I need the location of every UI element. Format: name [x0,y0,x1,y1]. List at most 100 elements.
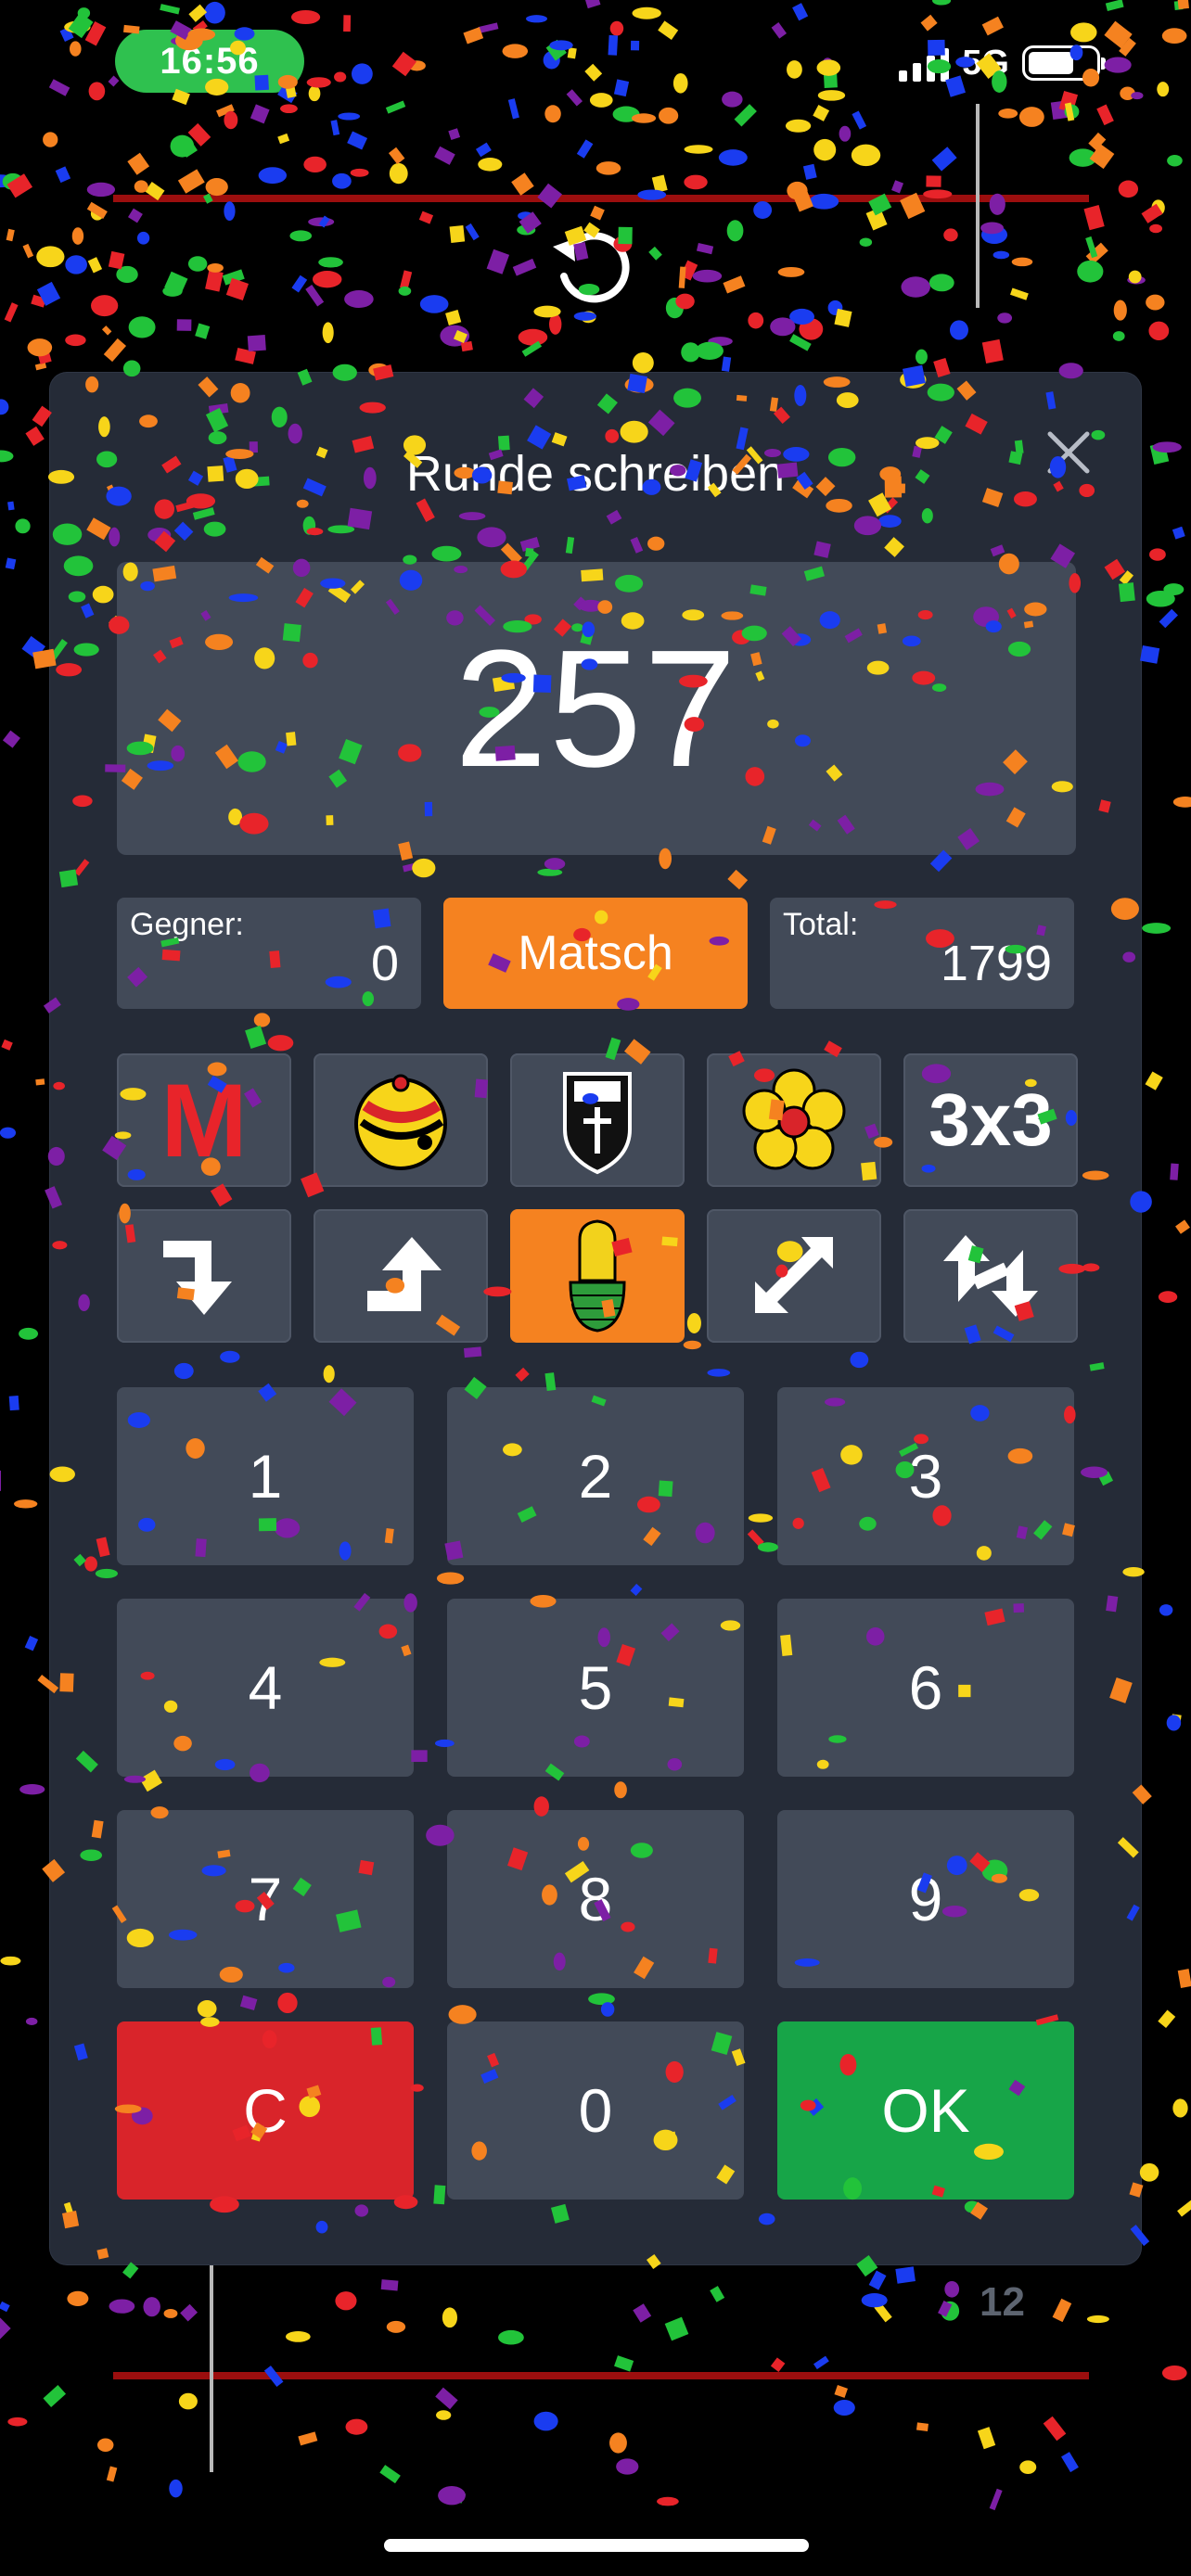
battery-icon [1022,45,1106,81]
key-8[interactable]: 8 [447,1810,744,1988]
confetti-piece [19,1327,39,1340]
confetti-piece [518,211,533,221]
confetti-piece [834,308,852,327]
confetti-piece [305,285,325,307]
turn-up-arrow-icon [367,1237,442,1311]
confetti-piece [1112,331,1125,341]
confetti-piece [823,70,838,89]
eicheln-button[interactable] [510,1209,685,1343]
confetti-piece [380,2279,399,2291]
confetti-piece [989,2488,1003,2511]
confetti-piece [55,166,71,184]
confetti-piece [753,201,773,220]
key-0[interactable]: 0 [447,2021,744,2200]
confetti-piece [465,223,480,241]
matsch-button[interactable]: Matsch [443,898,748,1009]
eicheln-acorn-icon [569,1219,626,1333]
confetti-piece [1113,300,1127,321]
confetti-piece [27,338,53,357]
confetti-piece [178,2392,198,2410]
turn-down-button[interactable] [117,1209,291,1343]
key-1[interactable]: 1 [117,1387,414,1565]
confetti-piece [6,228,15,242]
confetti-piece [1172,797,1191,808]
confetti-piece [445,310,462,326]
confetti-piece [478,158,503,172]
confetti-piece [609,2432,627,2454]
confetti-piece [388,147,405,165]
key-4[interactable]: 4 [117,1599,414,1777]
confetti-piece [0,2301,10,2313]
close-icon[interactable] [1041,425,1096,480]
home-indicator[interactable] [384,2539,809,2552]
key-5[interactable]: 5 [447,1599,744,1777]
clear-button[interactable]: C [117,2021,414,2200]
turn-up-button[interactable] [314,1209,488,1343]
confetti-piece [1175,1219,1190,1234]
confetti-piece [708,337,733,347]
key-7[interactable]: 7 [117,1810,414,1988]
confetti-piece [204,1,225,24]
confetti-piece [122,2262,139,2279]
confetti-piece [1105,0,1124,11]
confetti-piece [5,557,17,570]
confetti-piece [169,2479,183,2498]
confetti-piece [1064,104,1080,120]
confetti-piece [338,112,361,121]
confetti-piece [1141,203,1163,223]
confetti-piece [478,22,499,33]
confetti-piece [1085,236,1098,259]
opponent-value: 0 [370,936,399,991]
misere-button[interactable]: M [117,1053,291,1187]
confetti-piece [789,308,814,325]
confetti-piece [136,231,150,245]
confetti-piece [1043,2416,1067,2442]
confetti-piece [448,128,461,141]
key-6[interactable]: 6 [777,1599,1074,1777]
undo-icon[interactable] [547,223,636,312]
confetti-piece [916,349,928,364]
confetti-piece [318,257,343,268]
rosen-button[interactable] [707,1053,881,1187]
confetti-piece [874,2302,892,2323]
ok-button[interactable]: OK [777,2021,1074,2200]
schellen-button[interactable] [314,1053,488,1187]
key-2[interactable]: 2 [447,1387,744,1565]
confetti-piece [0,1127,17,1139]
confetti-piece [1064,102,1075,121]
confetti-piece [86,182,116,198]
confetti-piece [938,2301,953,2317]
confetti-piece [225,277,250,301]
confetti-piece [127,208,143,223]
schilten-button[interactable] [510,1053,685,1187]
confetti-piece [216,104,235,118]
confetti-piece [696,242,714,255]
confetti-piece [631,113,657,123]
confetti-piece [90,207,104,221]
diagonal-button[interactable] [707,1209,881,1343]
key-9[interactable]: 9 [777,1810,1074,1988]
confetti-piece [1142,923,1172,934]
confetti-piece [280,104,298,114]
confetti-piece [770,2357,786,2372]
misere-m-icon: M [160,1062,248,1179]
confetti-piece [519,211,542,234]
confetti-piece [517,224,536,236]
board-line-top [113,195,1089,202]
confetti-piece [859,237,873,248]
confetti-piece [710,2286,725,2302]
three-by-three-button[interactable]: 3x3 [903,1053,1078,1187]
confetti-piece [721,356,732,372]
confetti-piece [726,220,744,242]
confetti-piece [777,266,805,277]
schilten-shield-icon [563,1072,632,1175]
confetti-piece [981,16,1004,36]
confetti-piece [143,2297,160,2317]
write-round-dialog: Runde schreiben 257 Gegner: 0 Matsch Tot… [50,373,1141,2264]
confetti-piece [31,294,46,308]
key-3[interactable]: 3 [777,1387,1074,1565]
confetti-piece [332,172,352,189]
confetti-piece [436,2410,452,2420]
swap-button[interactable] [903,1209,1078,1343]
confetti-piece [235,348,256,364]
